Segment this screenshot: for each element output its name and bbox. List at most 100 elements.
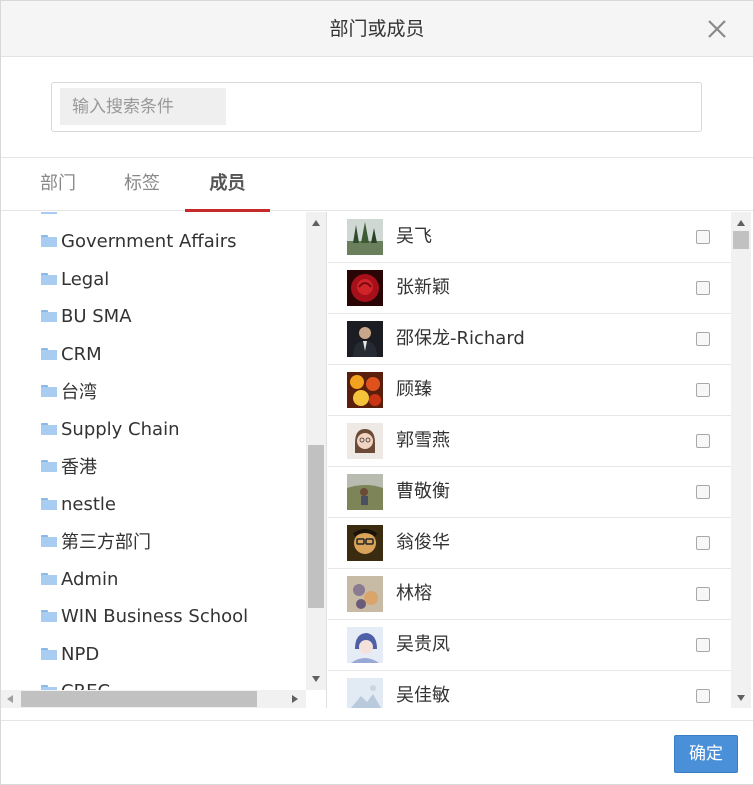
- department-item[interactable]: CREC: [41, 677, 110, 690]
- member-checkbox[interactable]: [696, 536, 710, 550]
- member-vertical-scrollbar[interactable]: [731, 212, 751, 708]
- scrollbar-thumb[interactable]: [733, 231, 749, 249]
- dialog-header: 部门或成员: [1, 1, 753, 57]
- member-checkbox[interactable]: [696, 638, 710, 652]
- scrollbar-thumb[interactable]: [308, 445, 324, 608]
- department-label: Legal: [61, 268, 110, 290]
- scroll-up-arrow-icon[interactable]: [312, 220, 320, 226]
- department-item[interactable]: Legal: [41, 265, 109, 293]
- member-name: 吴贵凤: [396, 634, 450, 655]
- folder-icon: [41, 385, 57, 397]
- member-name: 张新颖: [396, 277, 450, 298]
- folder-icon: [41, 310, 57, 322]
- department-horizontal-scrollbar[interactable]: [1, 690, 306, 708]
- department-label: 台湾: [61, 382, 97, 403]
- search-area: [1, 58, 753, 158]
- department-vertical-scrollbar[interactable]: [306, 212, 326, 690]
- avatar: [347, 372, 383, 408]
- tab-department[interactable]: 部门: [23, 159, 93, 211]
- department-label: Government Affairs: [61, 230, 237, 252]
- avatar: [347, 525, 383, 561]
- avatar: [347, 270, 383, 306]
- scroll-down-arrow-icon[interactable]: [312, 676, 320, 682]
- confirm-button[interactable]: 确定: [674, 735, 738, 773]
- member-name: 翁俊华: [396, 532, 450, 553]
- department-label: nestle: [61, 493, 116, 515]
- member-row[interactable]: 吴佳敏: [328, 671, 731, 708]
- department-item[interactable]: BU SMA: [41, 302, 132, 330]
- department-item[interactable]: Admin: [41, 565, 118, 593]
- member-list-pane: 吴飞 张新颖 邵保龙-Richard 顾臻 郭雪燕 曹敬衡 翁俊华 林榕 吴贵凤…: [328, 212, 753, 708]
- member-checkbox[interactable]: [696, 587, 710, 601]
- department-item[interactable]: [41, 212, 61, 222]
- member-checkbox[interactable]: [696, 434, 710, 448]
- member-row[interactable]: 林榕: [328, 569, 731, 620]
- scroll-up-arrow-icon[interactable]: [737, 220, 745, 226]
- avatar: [347, 678, 383, 708]
- folder-icon: [41, 610, 57, 622]
- member-checkbox[interactable]: [696, 281, 710, 295]
- scroll-down-arrow-icon[interactable]: [737, 695, 745, 701]
- scrollbar-thumb[interactable]: [21, 691, 257, 707]
- member-row[interactable]: 吴贵凤: [328, 620, 731, 671]
- close-icon[interactable]: [703, 15, 731, 43]
- member-row[interactable]: 顾臻: [328, 365, 731, 416]
- member-row[interactable]: 曹敬衡: [328, 467, 731, 518]
- folder-icon: [41, 273, 57, 285]
- member-name: 郭雪燕: [396, 430, 450, 451]
- department-tree-pane: Government Affairs Legal BU SMA CRM 台湾 S…: [1, 212, 327, 708]
- department-item[interactable]: 第三方部门: [41, 527, 151, 555]
- department-label: 第三方部门: [61, 532, 151, 553]
- member-name: 邵保龙-Richard: [396, 328, 525, 349]
- member-name: 吴佳敏: [396, 685, 450, 706]
- avatar: [347, 474, 383, 510]
- department-item[interactable]: CRM: [41, 340, 102, 368]
- member-checkbox[interactable]: [696, 230, 710, 244]
- folder-icon: [41, 235, 57, 247]
- scroll-left-arrow-icon[interactable]: [7, 695, 13, 703]
- department-label: Admin: [61, 568, 119, 590]
- department-item[interactable]: 台湾: [41, 377, 97, 405]
- department-list: Government Affairs Legal BU SMA CRM 台湾 S…: [1, 212, 306, 690]
- member-row[interactable]: 邵保龙-Richard: [328, 314, 731, 365]
- avatar: [347, 321, 383, 357]
- member-checkbox[interactable]: [696, 383, 710, 397]
- folder-icon: [41, 573, 57, 585]
- folder-icon: [41, 423, 57, 435]
- member-row[interactable]: 吴飞: [328, 212, 731, 263]
- department-item[interactable]: WIN Business School: [41, 602, 248, 630]
- tab-tags[interactable]: 标签: [107, 159, 177, 211]
- member-row[interactable]: 翁俊华: [328, 518, 731, 569]
- department-label: NPD: [61, 643, 100, 665]
- folder-icon: [41, 460, 57, 472]
- avatar: [347, 219, 383, 255]
- department-item[interactable]: 香港: [41, 452, 97, 480]
- dialog-title: 部门或成员: [329, 18, 425, 40]
- member-name: 顾臻: [396, 379, 432, 400]
- folder-icon: [41, 535, 57, 547]
- folder-icon: [41, 648, 57, 660]
- scroll-right-arrow-icon[interactable]: [292, 695, 298, 703]
- department-label: 香港: [61, 457, 97, 478]
- department-label: CREC: [61, 681, 110, 691]
- department-item[interactable]: Supply Chain: [41, 415, 179, 443]
- member-checkbox[interactable]: [696, 485, 710, 499]
- folder-icon: [41, 498, 57, 510]
- department-item[interactable]: nestle: [41, 490, 116, 518]
- member-name: 林榕: [396, 583, 432, 604]
- department-label: WIN Business School: [61, 605, 249, 627]
- search-input[interactable]: [60, 88, 226, 125]
- avatar: [347, 576, 383, 612]
- department-item[interactable]: NPD: [41, 640, 99, 668]
- member-row[interactable]: 郭雪燕: [328, 416, 731, 467]
- folder-icon: [41, 348, 57, 360]
- department-label: BU SMA: [61, 305, 132, 327]
- member-checkbox[interactable]: [696, 332, 710, 346]
- tab-members[interactable]: 成员: [185, 159, 270, 212]
- avatar: [347, 627, 383, 663]
- member-checkbox[interactable]: [696, 689, 710, 703]
- member-row[interactable]: 张新颖: [328, 263, 731, 314]
- tab-bar: 部门 标签 成员: [1, 159, 753, 212]
- department-item[interactable]: Government Affairs: [41, 227, 237, 255]
- search-box: [51, 82, 702, 132]
